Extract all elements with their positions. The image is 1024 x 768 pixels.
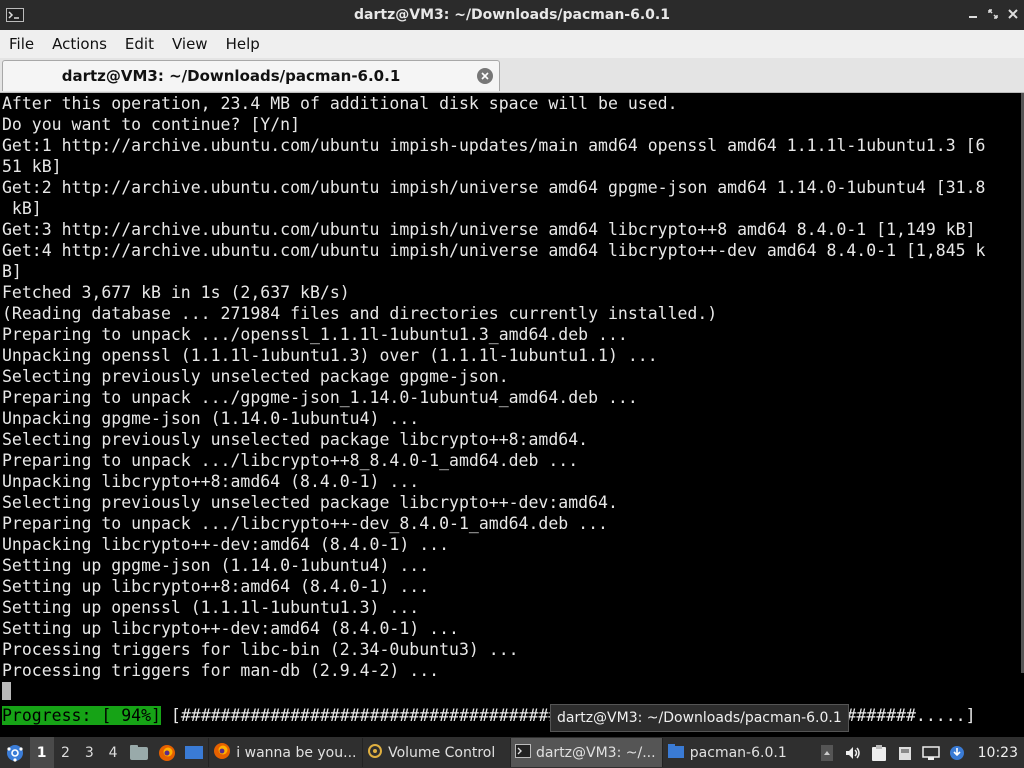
- taskbar: 1 2 3 4 i wanna be you... Volume Control…: [0, 737, 1024, 768]
- task-label: Volume Control: [388, 744, 496, 761]
- terminal-lines: After this operation, 23.4 MB of additio…: [0, 93, 1024, 681]
- taskbar-tooltip: dartz@VM3: ~/Downloads/pacman-6.0.1: [550, 704, 849, 732]
- terminal-line: Unpacking libcrypto++8:amd64 (8.4.0-1) .…: [2, 472, 420, 491]
- task-label: i wanna be you...: [236, 744, 357, 761]
- task-file-manager[interactable]: pacman-6.0.1: [661, 738, 814, 767]
- workspace-3[interactable]: 3: [77, 737, 101, 768]
- menu-edit[interactable]: Edit: [116, 35, 163, 53]
- terminal-line: Unpacking openssl (1.1.1l-1ubuntu1.3) ov…: [2, 346, 658, 365]
- terminal-line: Get:3 http://archive.ubuntu.com/ubuntu i…: [2, 220, 976, 239]
- terminal-line: Selecting previously unselected package …: [2, 493, 618, 512]
- terminal-line: kB]: [2, 199, 42, 218]
- terminal-tab[interactable]: dartz@VM3: ~/Downloads/pacman-6.0.1: [2, 60, 500, 91]
- show-desktop-icon[interactable]: [181, 737, 209, 768]
- clock[interactable]: 10:23: [970, 745, 1024, 761]
- task-volume-control[interactable]: Volume Control: [362, 738, 510, 767]
- terminal-output[interactable]: After this operation, 23.4 MB of additio…: [0, 93, 1024, 737]
- window-title: dartz@VM3: ~/Downloads/pacman-6.0.1: [354, 7, 670, 23]
- menu-view[interactable]: View: [163, 35, 217, 53]
- volume-icon[interactable]: [840, 745, 866, 761]
- terminal-line: 51 kB]: [2, 157, 62, 176]
- progress-label: Progress: [ 94%]: [2, 706, 161, 725]
- terminal-line: Get:1 http://archive.ubuntu.com/ubuntu i…: [2, 136, 986, 155]
- terminal-line: Get:4 http://archive.ubuntu.com/ubuntu i…: [2, 241, 986, 260]
- terminal-line: Preparing to unpack .../libcrypto++-dev_…: [2, 514, 608, 533]
- terminal-line: Preparing to unpack .../openssl_1.1.1l-1…: [2, 325, 628, 344]
- text-cursor: [2, 682, 11, 700]
- start-menu-icon[interactable]: [0, 737, 30, 768]
- terminal-line: Setting up libcrypto++8:amd64 (8.4.0-1) …: [2, 577, 430, 596]
- close-tab-icon[interactable]: [477, 68, 493, 84]
- update-notifier-icon[interactable]: [944, 744, 970, 762]
- menu-actions[interactable]: Actions: [43, 35, 116, 53]
- terminal-line: Unpacking libcrypto++-dev:amd64 (8.4.0-1…: [2, 535, 450, 554]
- menu-bar: File Actions Edit View Help: [0, 30, 1024, 58]
- terminal-line: Preparing to unpack .../libcrypto++8_8.4…: [2, 451, 579, 470]
- terminal-line: Selecting previously unselected package …: [2, 430, 589, 449]
- terminal-line: After this operation, 23.4 MB of additio…: [2, 94, 678, 113]
- terminal-line: Unpacking gpgme-json (1.14.0-1ubuntu4) .…: [2, 409, 420, 428]
- workspace-2[interactable]: 2: [54, 737, 78, 768]
- terminal-line: Preparing to unpack .../gpgme-json_1.14.…: [2, 388, 638, 407]
- window-titlebar[interactable]: dartz@VM3: ~/Downloads/pacman-6.0.1: [0, 0, 1024, 30]
- terminal-line: Setting up libcrypto++-dev:amd64 (8.4.0-…: [2, 619, 459, 638]
- maximize-icon[interactable]: [986, 6, 1000, 22]
- close-window-icon[interactable]: [1006, 6, 1020, 22]
- firefox-icon: [213, 742, 231, 764]
- removable-media-icon[interactable]: [892, 745, 918, 761]
- terminal-app-icon[interactable]: [4, 6, 26, 24]
- terminal-line: Fetched 3,677 kB in 1s (2,637 kB/s): [2, 283, 350, 302]
- terminal-line: Do you want to continue? [Y/n]: [2, 115, 301, 134]
- terminal-line: Processing triggers for libc-bin (2.34-0…: [2, 640, 519, 659]
- firefox-launcher-icon[interactable]: [153, 737, 181, 768]
- terminal-icon: [514, 743, 531, 762]
- clipboard-icon[interactable]: [866, 744, 892, 762]
- terminal-line: Processing triggers for man-db (2.9.4-2)…: [2, 661, 440, 680]
- scroll-up-icon[interactable]: [814, 744, 840, 761]
- folder-icon: [667, 743, 685, 763]
- task-label: pacman-6.0.1: [689, 744, 787, 761]
- terminal-line: Get:2 http://archive.ubuntu.com/ubuntu i…: [2, 178, 986, 197]
- volume-control-icon: [367, 743, 383, 763]
- tab-label: dartz@VM3: ~/Downloads/pacman-6.0.1: [61, 67, 401, 85]
- terminal-line: B]: [2, 262, 22, 281]
- workspace-1[interactable]: 1: [29, 737, 54, 768]
- menu-file[interactable]: File: [0, 35, 43, 53]
- terminal-line: Setting up gpgme-json (1.14.0-1ubuntu4) …: [2, 556, 430, 575]
- terminal-line: Selecting previously unselected package …: [2, 367, 509, 386]
- task-terminal[interactable]: dartz@VM3: ~/...: [509, 738, 662, 767]
- task-label: dartz@VM3: ~/...: [535, 744, 656, 761]
- network-icon[interactable]: [918, 745, 944, 761]
- task-firefox[interactable]: i wanna be you...: [208, 738, 362, 767]
- menu-help[interactable]: Help: [217, 35, 269, 53]
- system-tray: 10:23: [814, 737, 1024, 768]
- terminal-line: Setting up openssl (1.1.1l-1ubuntu1.3) .…: [2, 598, 420, 617]
- terminal-line: (Reading database ... 271984 files and d…: [2, 304, 718, 323]
- workspace-4[interactable]: 4: [101, 737, 125, 768]
- minimize-icon[interactable]: [966, 6, 980, 22]
- terminal-cursor-line: [0, 681, 1024, 702]
- file-manager-launcher-icon[interactable]: [125, 737, 153, 768]
- tab-bar: dartz@VM3: ~/Downloads/pacman-6.0.1: [0, 58, 1024, 93]
